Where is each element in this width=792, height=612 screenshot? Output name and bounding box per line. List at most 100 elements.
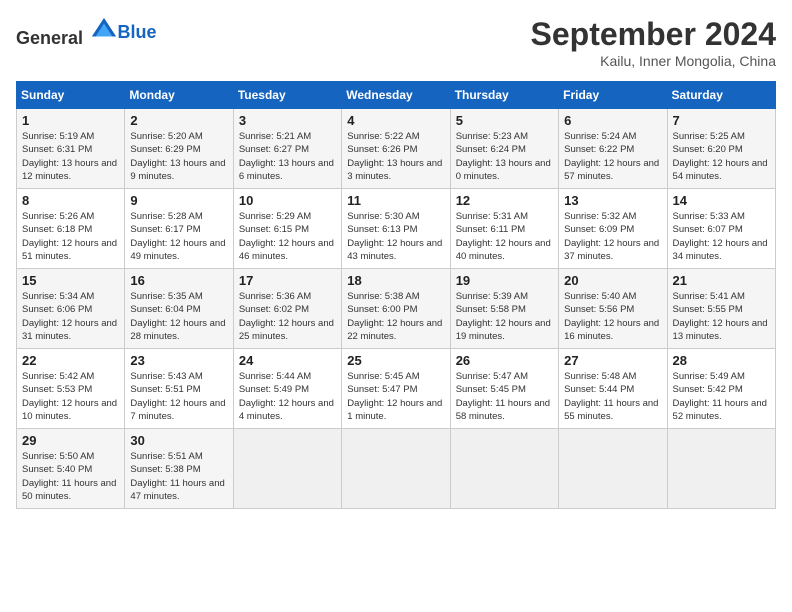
day-number: 26: [456, 353, 553, 368]
table-row: 1 Sunrise: 5:19 AM Sunset: 6:31 PM Dayli…: [17, 109, 125, 189]
day-info: Sunrise: 5:24 AM Sunset: 6:22 PM Dayligh…: [564, 130, 661, 183]
sunset-time: Sunset: 6:11 PM: [456, 224, 526, 235]
day-number: 11: [347, 193, 444, 208]
daylight-hours: Daylight: 12 hours and 19 minutes.: [456, 318, 551, 342]
table-row: 22 Sunrise: 5:42 AM Sunset: 5:53 PM Dayl…: [17, 349, 125, 429]
day-info: Sunrise: 5:45 AM Sunset: 5:47 PM Dayligh…: [347, 370, 444, 423]
table-row: [559, 429, 667, 509]
sunset-time: Sunset: 5:44 PM: [564, 384, 634, 395]
header-sunday: Sunday: [17, 82, 125, 109]
day-number: 17: [239, 273, 336, 288]
day-info: Sunrise: 5:22 AM Sunset: 6:26 PM Dayligh…: [347, 130, 444, 183]
day-info: Sunrise: 5:38 AM Sunset: 6:00 PM Dayligh…: [347, 290, 444, 343]
sunset-time: Sunset: 6:17 PM: [130, 224, 200, 235]
sunset-time: Sunset: 5:45 PM: [456, 384, 526, 395]
sunset-time: Sunset: 5:47 PM: [347, 384, 417, 395]
daylight-hours: Daylight: 13 hours and 6 minutes.: [239, 158, 334, 182]
day-info: Sunrise: 5:44 AM Sunset: 5:49 PM Dayligh…: [239, 370, 336, 423]
daylight-hours: Daylight: 12 hours and 1 minute.: [347, 398, 442, 422]
daylight-hours: Daylight: 13 hours and 12 minutes.: [22, 158, 117, 182]
daylight-hours: Daylight: 12 hours and 37 minutes.: [564, 238, 659, 262]
sunrise-time: Sunrise: 5:39 AM: [456, 291, 528, 302]
day-number: 23: [130, 353, 227, 368]
sunrise-time: Sunrise: 5:31 AM: [456, 211, 528, 222]
day-info: Sunrise: 5:30 AM Sunset: 6:13 PM Dayligh…: [347, 210, 444, 263]
sunset-time: Sunset: 6:26 PM: [347, 144, 417, 155]
day-info: Sunrise: 5:28 AM Sunset: 6:17 PM Dayligh…: [130, 210, 227, 263]
sunset-time: Sunset: 6:29 PM: [130, 144, 200, 155]
sunrise-time: Sunrise: 5:32 AM: [564, 211, 636, 222]
sunset-time: Sunset: 6:00 PM: [347, 304, 417, 315]
day-info: Sunrise: 5:19 AM Sunset: 6:31 PM Dayligh…: [22, 130, 119, 183]
daylight-hours: Daylight: 12 hours and 34 minutes.: [673, 238, 768, 262]
day-info: Sunrise: 5:42 AM Sunset: 5:53 PM Dayligh…: [22, 370, 119, 423]
day-info: Sunrise: 5:20 AM Sunset: 6:29 PM Dayligh…: [130, 130, 227, 183]
table-row: 18 Sunrise: 5:38 AM Sunset: 6:00 PM Dayl…: [342, 269, 450, 349]
sunrise-time: Sunrise: 5:45 AM: [347, 371, 419, 382]
table-row: 15 Sunrise: 5:34 AM Sunset: 6:06 PM Dayl…: [17, 269, 125, 349]
day-number: 28: [673, 353, 770, 368]
table-row: 2 Sunrise: 5:20 AM Sunset: 6:29 PM Dayli…: [125, 109, 233, 189]
table-row: 13 Sunrise: 5:32 AM Sunset: 6:09 PM Dayl…: [559, 189, 667, 269]
table-row: 30 Sunrise: 5:51 AM Sunset: 5:38 PM Dayl…: [125, 429, 233, 509]
day-number: 19: [456, 273, 553, 288]
sunset-time: Sunset: 6:13 PM: [347, 224, 417, 235]
table-row: 19 Sunrise: 5:39 AM Sunset: 5:58 PM Dayl…: [450, 269, 558, 349]
daylight-hours: Daylight: 12 hours and 49 minutes.: [130, 238, 225, 262]
logo-general: General: [16, 28, 83, 48]
day-info: Sunrise: 5:31 AM Sunset: 6:11 PM Dayligh…: [456, 210, 553, 263]
daylight-hours: Daylight: 12 hours and 31 minutes.: [22, 318, 117, 342]
sunset-time: Sunset: 6:09 PM: [564, 224, 634, 235]
month-title: September 2024: [531, 16, 776, 53]
daylight-hours: Daylight: 12 hours and 10 minutes.: [22, 398, 117, 422]
day-number: 21: [673, 273, 770, 288]
header-monday: Monday: [125, 82, 233, 109]
sunrise-time: Sunrise: 5:43 AM: [130, 371, 202, 382]
sunset-time: Sunset: 6:31 PM: [22, 144, 92, 155]
daylight-hours: Daylight: 12 hours and 46 minutes.: [239, 238, 334, 262]
day-info: Sunrise: 5:47 AM Sunset: 5:45 PM Dayligh…: [456, 370, 553, 423]
sunrise-time: Sunrise: 5:48 AM: [564, 371, 636, 382]
table-row: 12 Sunrise: 5:31 AM Sunset: 6:11 PM Dayl…: [450, 189, 558, 269]
sunrise-time: Sunrise: 5:49 AM: [673, 371, 745, 382]
daylight-hours: Daylight: 11 hours and 55 minutes.: [564, 398, 658, 422]
daylight-hours: Daylight: 13 hours and 3 minutes.: [347, 158, 442, 182]
daylight-hours: Daylight: 12 hours and 28 minutes.: [130, 318, 225, 342]
sunrise-time: Sunrise: 5:33 AM: [673, 211, 745, 222]
calendar-table: Sunday Monday Tuesday Wednesday Thursday…: [16, 81, 776, 509]
day-number: 10: [239, 193, 336, 208]
day-number: 8: [22, 193, 119, 208]
sunset-time: Sunset: 5:55 PM: [673, 304, 743, 315]
table-row: [450, 429, 558, 509]
table-row: [667, 429, 775, 509]
sunset-time: Sunset: 6:02 PM: [239, 304, 309, 315]
daylight-hours: Daylight: 12 hours and 40 minutes.: [456, 238, 551, 262]
day-info: Sunrise: 5:35 AM Sunset: 6:04 PM Dayligh…: [130, 290, 227, 343]
table-row: 6 Sunrise: 5:24 AM Sunset: 6:22 PM Dayli…: [559, 109, 667, 189]
day-info: Sunrise: 5:25 AM Sunset: 6:20 PM Dayligh…: [673, 130, 770, 183]
day-info: Sunrise: 5:33 AM Sunset: 6:07 PM Dayligh…: [673, 210, 770, 263]
calendar-week-row: 15 Sunrise: 5:34 AM Sunset: 6:06 PM Dayl…: [17, 269, 776, 349]
day-number: 22: [22, 353, 119, 368]
day-info: Sunrise: 5:49 AM Sunset: 5:42 PM Dayligh…: [673, 370, 770, 423]
daylight-hours: Daylight: 11 hours and 52 minutes.: [673, 398, 767, 422]
table-row: 8 Sunrise: 5:26 AM Sunset: 6:18 PM Dayli…: [17, 189, 125, 269]
sunrise-time: Sunrise: 5:38 AM: [347, 291, 419, 302]
calendar-week-row: 8 Sunrise: 5:26 AM Sunset: 6:18 PM Dayli…: [17, 189, 776, 269]
title-block: September 2024 Kailu, Inner Mongolia, Ch…: [531, 16, 776, 69]
day-number: 20: [564, 273, 661, 288]
logo: General Blue: [16, 16, 157, 49]
day-info: Sunrise: 5:50 AM Sunset: 5:40 PM Dayligh…: [22, 450, 119, 503]
day-number: 15: [22, 273, 119, 288]
day-info: Sunrise: 5:43 AM Sunset: 5:51 PM Dayligh…: [130, 370, 227, 423]
day-number: 3: [239, 113, 336, 128]
day-info: Sunrise: 5:21 AM Sunset: 6:27 PM Dayligh…: [239, 130, 336, 183]
table-row: 21 Sunrise: 5:41 AM Sunset: 5:55 PM Dayl…: [667, 269, 775, 349]
day-number: 4: [347, 113, 444, 128]
daylight-hours: Daylight: 12 hours and 25 minutes.: [239, 318, 334, 342]
daylight-hours: Daylight: 11 hours and 58 minutes.: [456, 398, 550, 422]
sunset-time: Sunset: 5:51 PM: [130, 384, 200, 395]
sunrise-time: Sunrise: 5:22 AM: [347, 131, 419, 142]
sunrise-time: Sunrise: 5:20 AM: [130, 131, 202, 142]
calendar-week-row: 29 Sunrise: 5:50 AM Sunset: 5:40 PM Dayl…: [17, 429, 776, 509]
